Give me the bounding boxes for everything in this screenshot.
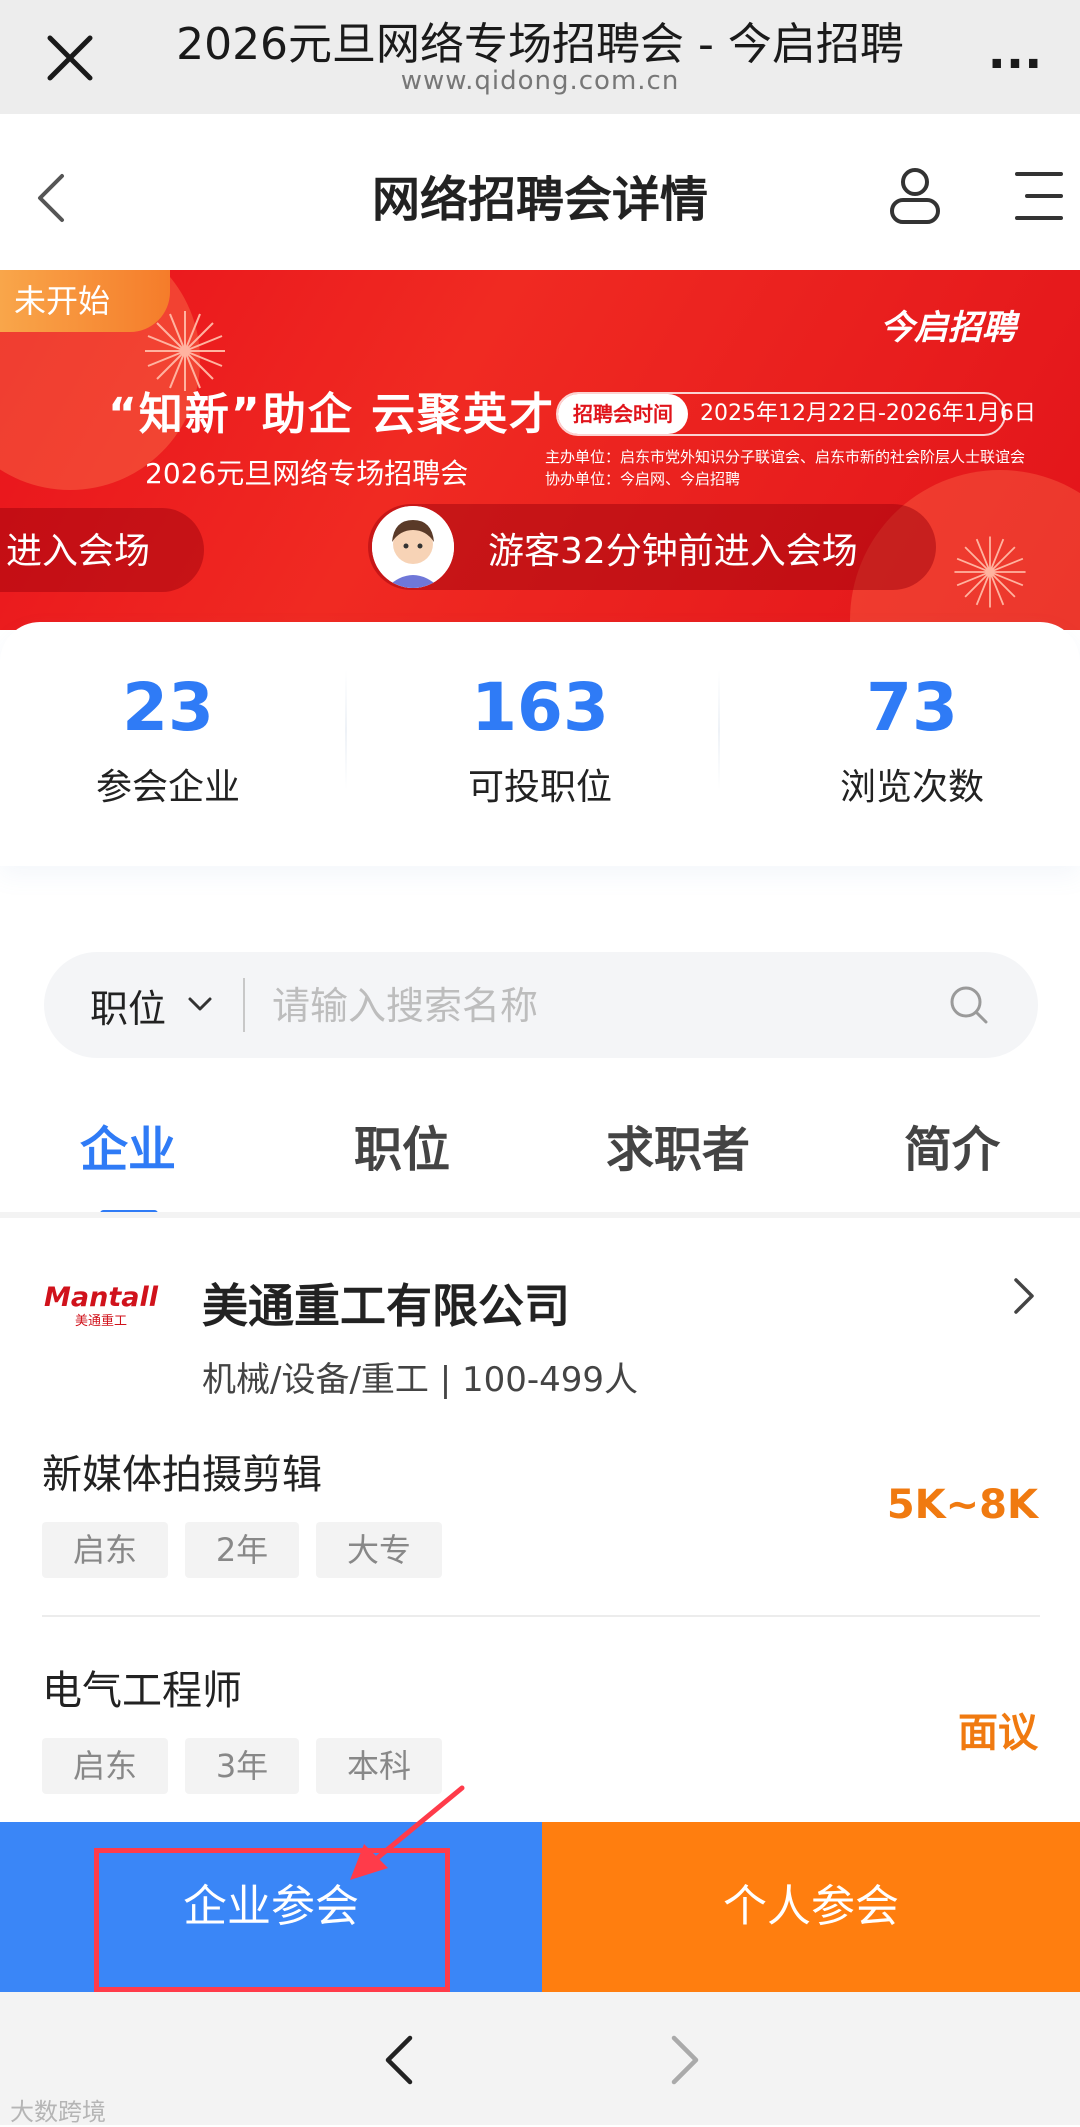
tab-intro[interactable]: 简介 — [852, 1110, 1052, 1180]
chevron-down-icon[interactable] — [186, 992, 214, 1016]
tab-job-seekers[interactable]: 求职者 — [578, 1110, 778, 1180]
arrow-annotation — [340, 1780, 480, 1880]
avatar — [372, 506, 454, 588]
page-title: 网络招聘会详情 — [371, 172, 708, 228]
nav-back-icon[interactable] — [380, 2032, 420, 2088]
job-title[interactable]: 新媒体拍摄剪辑 — [42, 1442, 322, 1500]
stat-positions[interactable]: 163 可投职位 — [390, 668, 690, 810]
job-salary: 5K~8K — [886, 1482, 1038, 1528]
job-tag: 大专 — [316, 1522, 442, 1578]
status-badge: 未开始 — [0, 270, 170, 332]
firework-icon — [954, 536, 1026, 608]
job-salary: 面议 — [958, 1710, 1038, 1756]
search-separator — [243, 978, 245, 1032]
organizer-text: 主办单位：启东市党外知识分子联谊会、启东市新的社会阶层人士联谊会 — [545, 448, 1026, 466]
stat-companies[interactable]: 23 参会企业 — [18, 668, 318, 810]
chevron-right-icon[interactable] — [1010, 1276, 1038, 1316]
time-value: 2025年12月22日-2026年1月6日 — [700, 401, 1036, 426]
search-input[interactable] — [270, 972, 914, 1040]
banner-slogan: “知新”助企 云聚英才 — [108, 389, 556, 440]
tab-positions[interactable]: 职位 — [302, 1110, 502, 1180]
stat-value: 73 — [866, 669, 958, 746]
search-type-select[interactable]: 职位 — [90, 978, 166, 1033]
stat-label: 可投职位 — [467, 767, 612, 808]
watermark: 大数跨境 — [10, 2098, 106, 2126]
stat-label: 浏览次数 — [839, 767, 984, 808]
person-join-button[interactable]: 个人参会 — [542, 1822, 1080, 1992]
co-organizer-text: 协办单位：今启网、今启招聘 — [545, 470, 741, 488]
browser-url: www.qidong.com.cn — [400, 66, 680, 96]
job-tag: 3年 — [185, 1738, 299, 1794]
job-tag: 2年 — [185, 1522, 299, 1578]
stat-views: 73 浏览次数 — [762, 668, 1062, 810]
user-icon[interactable] — [880, 162, 950, 228]
tab-company[interactable]: 企业 — [28, 1110, 228, 1180]
banner-subtitle: 2026元旦网络专场招聘会 — [145, 457, 469, 490]
nav-forward-icon[interactable] — [664, 2032, 704, 2088]
close-icon[interactable] — [40, 20, 100, 90]
marquee-text: 进入会场 — [6, 531, 151, 572]
company-name[interactable]: 美通重工有限公司 — [202, 1270, 570, 1336]
company-meta: 机械/设备/重工 | 100-499人 — [202, 1360, 639, 1400]
stat-value: 23 — [122, 669, 214, 746]
job-title[interactable]: 电气工程师 — [42, 1658, 242, 1716]
job-tag: 启东 — [42, 1522, 168, 1578]
back-icon[interactable] — [30, 168, 80, 228]
search-icon[interactable] — [948, 984, 990, 1026]
browser-bottom-bar — [0, 1992, 1080, 2125]
marquee-text: 游客32分钟前进入会场 — [488, 531, 858, 572]
divider — [0, 1212, 1080, 1218]
company-logo[interactable]: Mantall 美通重工 — [44, 1282, 158, 1352]
job-tag: 启东 — [42, 1738, 168, 1794]
divider — [42, 1615, 1040, 1617]
browser-title: 2026元旦网络专场招聘会 - 今启招聘 — [176, 19, 904, 70]
divider — [345, 670, 347, 790]
more-icon[interactable]: ... — [980, 22, 1050, 82]
divider — [718, 670, 720, 790]
time-label: 招聘会时间 — [558, 394, 688, 434]
stat-value: 163 — [471, 669, 609, 746]
brand-logo: 今启招聘 — [880, 308, 1016, 348]
menu-icon[interactable] — [1005, 168, 1065, 224]
stat-label: 参会企业 — [95, 767, 240, 808]
